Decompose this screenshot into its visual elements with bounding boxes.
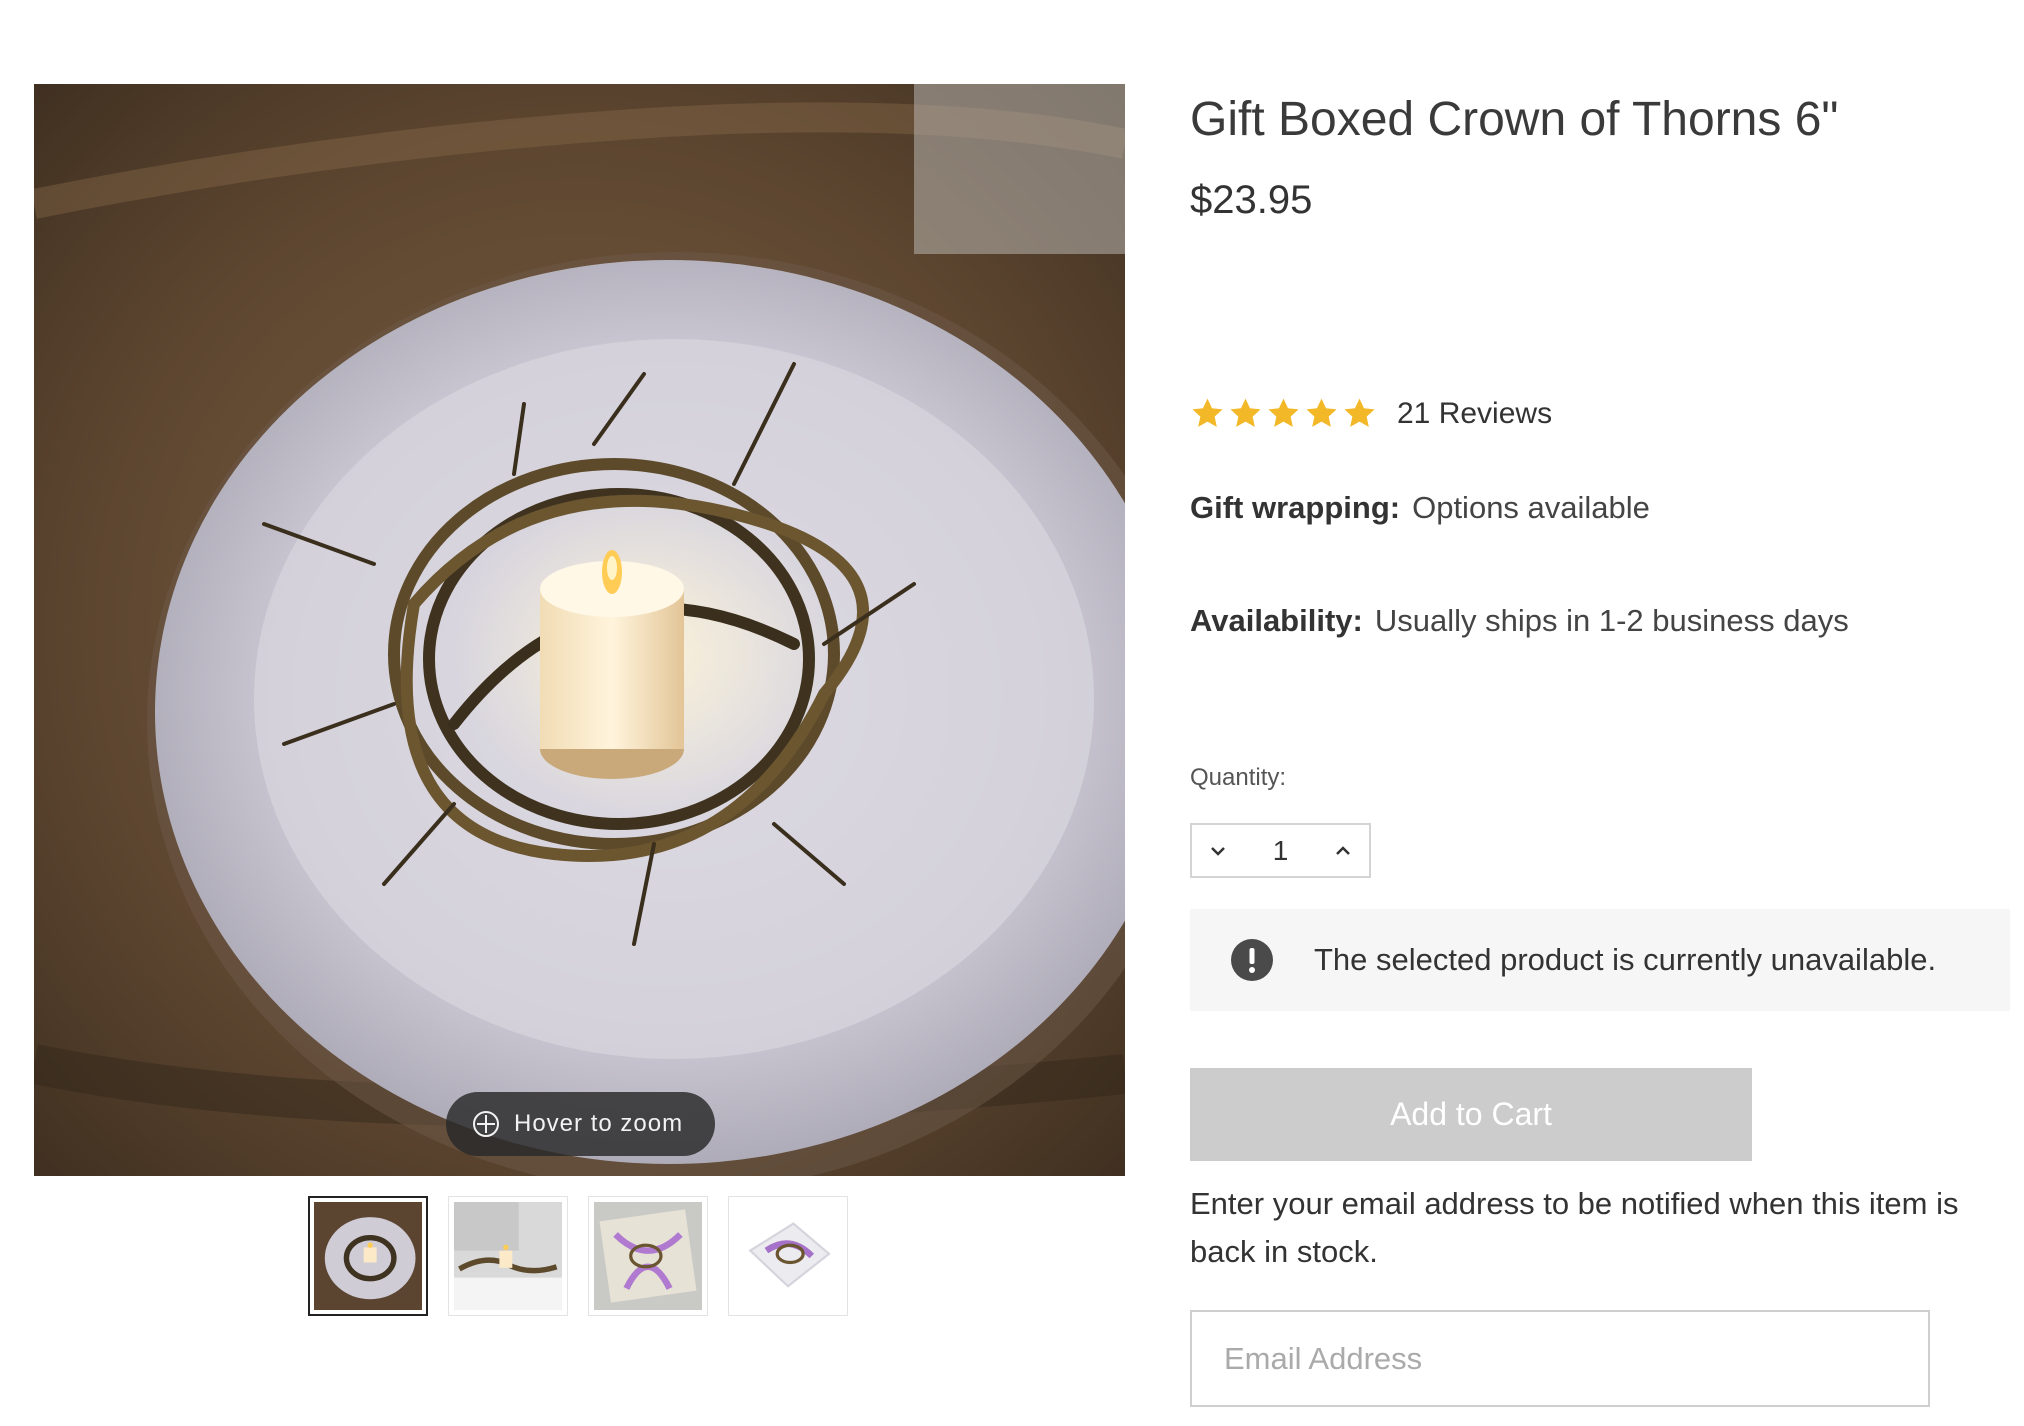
quantity-decrement-button[interactable] xyxy=(1206,839,1230,863)
hover-to-zoom-badge: Hover to zoom xyxy=(446,1092,715,1156)
availability-value: Usually ships in 1-2 business days xyxy=(1374,603,1849,638)
star-rating xyxy=(1190,396,1377,431)
quantity-stepper: 1 xyxy=(1190,823,1371,878)
product-title: Gift Boxed Crown of Thorns 6" xyxy=(1190,93,1839,146)
exclamation-icon xyxy=(1231,939,1273,981)
product-rating: 21 Reviews xyxy=(1190,396,1552,431)
thumbnail-table-candle[interactable] xyxy=(448,1196,568,1316)
product-main-image[interactable]: Hover to zoom xyxy=(34,84,1125,1176)
product-price: $23.95 xyxy=(1190,178,1313,222)
add-to-cart-button[interactable]: Add to Cart xyxy=(1190,1068,1752,1161)
star-icon xyxy=(1230,398,1261,427)
gift-wrapping-label: Gift wrapping: xyxy=(1190,490,1401,525)
quantity-value[interactable]: 1 xyxy=(1273,835,1289,867)
back-in-stock-notice: Enter your email address to be notified … xyxy=(1190,1186,1959,1269)
product-photo xyxy=(34,84,1125,1176)
availability-label: Availability: xyxy=(1190,603,1363,638)
reviews-link[interactable]: 21 Reviews xyxy=(1397,397,1552,431)
thumbnail-strip xyxy=(308,1196,848,1316)
zoom-crosshair-icon xyxy=(472,1110,500,1138)
thumbnail-bowl-candle[interactable] xyxy=(308,1196,428,1316)
thumbnail-gift-box-purple[interactable] xyxy=(588,1196,708,1316)
thumbnail-gift-box-angled[interactable] xyxy=(728,1196,848,1316)
chevron-down-icon xyxy=(1211,846,1225,856)
availability-row: Availability: Usually ships in 1-2 busine… xyxy=(1190,603,1849,639)
quantity-increment-button[interactable] xyxy=(1331,839,1355,863)
star-icon xyxy=(1344,398,1375,427)
star-icon xyxy=(1268,398,1299,427)
zoom-hint-label: Hover to zoom xyxy=(514,1110,684,1137)
gift-wrapping-row: Gift wrapping: Options available xyxy=(1190,490,1650,526)
alert-message: The selected product is currently unavai… xyxy=(1314,942,1937,977)
chevron-up-icon xyxy=(1336,845,1350,855)
email-address-input[interactable] xyxy=(1190,1310,1930,1407)
star-icon xyxy=(1192,398,1223,427)
gift-wrapping-value: Options available xyxy=(1412,490,1650,525)
star-icon xyxy=(1306,398,1337,427)
quantity-label: Quantity: xyxy=(1190,764,1287,791)
unavailable-alert: The selected product is currently unavai… xyxy=(1190,909,2010,1011)
